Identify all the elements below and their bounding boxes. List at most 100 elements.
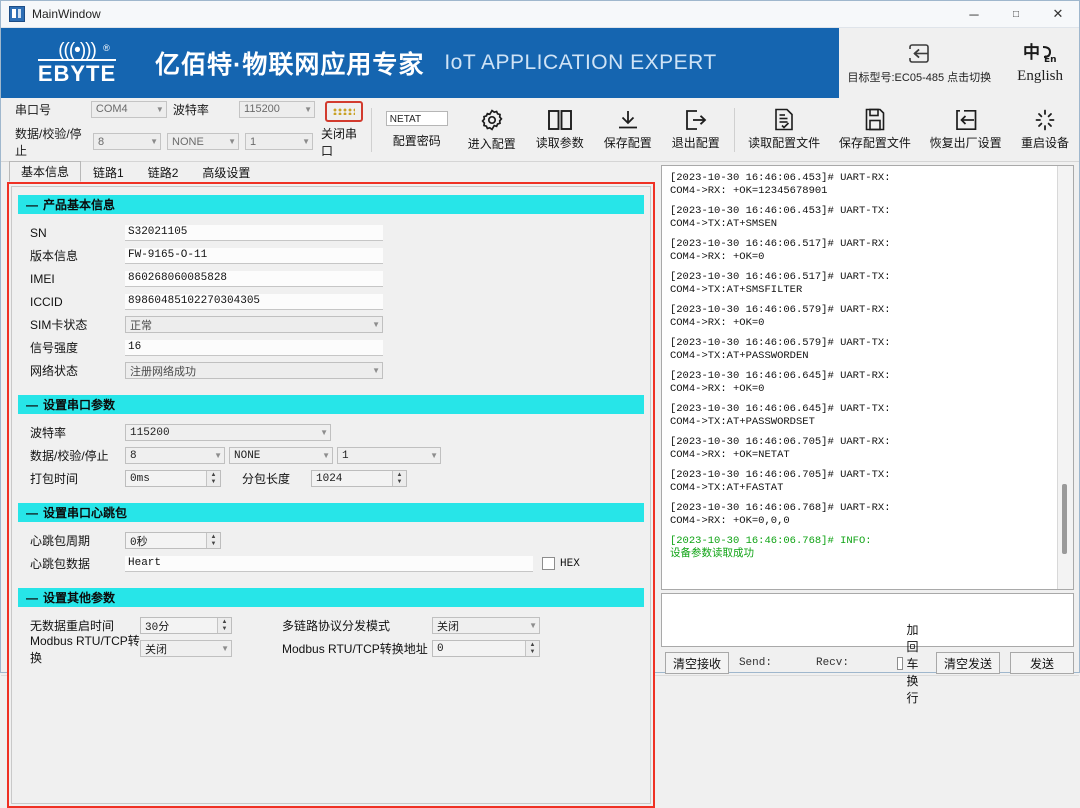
read-config-file-button[interactable]: 读取配置文件 <box>739 108 830 151</box>
toolbar-divider <box>370 107 372 152</box>
sim-status-select[interactable]: 正常 ▼ <box>125 316 383 333</box>
send-button[interactable]: 发送 <box>1010 652 1074 674</box>
restart-device-button[interactable]: 重启设备 <box>1011 109 1079 151</box>
port-select[interactable]: COM4 ▼ <box>90 100 167 118</box>
imei-label: IMEI <box>30 271 55 286</box>
clear-receive-button[interactable]: 清空接收 <box>664 652 729 674</box>
section-product-info: — 产品基本信息 SN S32021105 版本信息 FW-9165-O-11 <box>18 195 644 387</box>
chevron-down-icon: ▼ <box>302 137 310 146</box>
signal-wave-icon: (((•))) ® <box>58 41 110 60</box>
restart-icon <box>1035 109 1055 130</box>
log-scrollbar[interactable] <box>1057 166 1073 589</box>
language-switch[interactable]: 中 En English <box>1017 41 1063 85</box>
stepper-arrows-icon[interactable]: ▲ ▼ <box>392 471 406 486</box>
sim-status-label: SIM卡状态 <box>30 318 88 332</box>
save-config-file-label: 保存配置文件 <box>838 136 911 150</box>
maximize-button[interactable]: □ <box>995 1 1037 27</box>
tab-link2[interactable]: 链路2 <box>136 162 191 182</box>
clear-send-button[interactable]: 清空发送 <box>936 652 1000 674</box>
imei-value[interactable]: 860268060085828 <box>125 270 383 287</box>
toolbar-divider-2 <box>733 107 735 152</box>
stopbits-value: 1 <box>250 135 257 148</box>
modbus-addr-value: 0 <box>437 642 444 655</box>
minimize-button[interactable]: ─ <box>953 1 995 27</box>
field-heartbeat-period: 心跳包周期 0秒 ▲ ▼ <box>30 530 636 551</box>
banner-chinese-title: 亿佰特·物联网应用专家 <box>155 51 425 79</box>
firmware-value[interactable]: FW-9165-O-11 <box>125 247 383 264</box>
heartbeat-data-value[interactable]: Heart <box>125 555 533 572</box>
multilink-select[interactable]: 关闭 ▼ <box>432 617 540 634</box>
download-icon <box>618 110 637 128</box>
heartbeat-period-stepper[interactable]: 0秒 ▲ ▼ <box>125 532 221 549</box>
stepper-arrows-icon[interactable]: ▲ ▼ <box>206 471 220 486</box>
modbus-addr-stepper[interactable]: 0 ▲ ▼ <box>432 640 540 657</box>
banner-english-title: IoT APPLICATION EXPERT <box>444 51 717 74</box>
chevron-down-icon: ▼ <box>372 366 380 375</box>
crlf-checkbox-wrap[interactable]: 加回车换行 <box>896 621 926 706</box>
tab-basic-info[interactable]: 基本信息 <box>9 161 82 182</box>
modbus-label: Modbus RTU/TCP转换 <box>30 633 140 665</box>
crlf-checkbox[interactable] <box>896 656 903 670</box>
read-config-file-label: 读取配置文件 <box>748 136 821 150</box>
chevron-down-icon: ▼ <box>150 137 158 146</box>
section-dash-icon: — <box>26 397 38 412</box>
pack-time-stepper[interactable]: 0ms ▲ ▼ <box>125 470 221 487</box>
section-other-params: — 设置其他参数 无数据重启时间 30分 ▲ ▼ 多链路协议分发模式 关闭 ▼ … <box>18 588 644 665</box>
chevron-down-icon: ▼ <box>320 428 328 437</box>
pack-len-stepper[interactable]: 1024 ▲ ▼ <box>311 470 407 487</box>
signal-value[interactable]: 16 <box>125 339 383 356</box>
tab-advanced[interactable]: 高级设置 <box>190 162 262 182</box>
iccid-label: ICCID <box>30 294 63 309</box>
save-config-button[interactable]: 保存配置 <box>594 109 662 151</box>
field-heartbeat-data: 心跳包数据 Heart HEX <box>30 553 636 574</box>
section-product-title: 产品基本信息 <box>43 198 116 212</box>
title-bar: MainWindow ─ □ ✕ <box>1 1 1079 28</box>
close-port-button[interactable]: 关闭串口 <box>321 100 367 159</box>
stepper-arrows-icon[interactable]: ▲ ▼ <box>525 641 539 656</box>
serial-baud-select[interactable]: 115200 ▼ <box>125 424 331 441</box>
send-input[interactable] <box>660 593 1074 647</box>
heartbeat-hex-checkbox[interactable] <box>542 557 555 570</box>
nodata-restart-stepper[interactable]: 30分 ▲ ▼ <box>140 617 232 634</box>
serial-stopbits-select[interactable]: 1 ▼ <box>337 447 441 464</box>
svg-text:En: En <box>1044 55 1057 65</box>
switch-model-icon <box>909 43 930 63</box>
section-heartbeat: — 设置串口心跳包 心跳包周期 0秒 ▲ ▼ 心跳包数据 Heart HEX <box>18 503 644 580</box>
exit-config-button[interactable]: 退出配置 <box>662 109 730 151</box>
brand-banner-blue: (((•))) ® EBYTE 亿佰特·物联网应用专家 IoT APPLICAT… <box>1 28 839 98</box>
enter-config-button[interactable]: 进入配置 <box>458 108 526 152</box>
log-entry: [2023-10-30 16:46:06.705]# UART-RX: COM4… <box>669 436 891 461</box>
serial-databits-select[interactable]: 8 ▼ <box>125 447 225 464</box>
log-scrollbar-thumb[interactable] <box>1062 484 1067 554</box>
sn-label: SN <box>30 225 47 240</box>
serial-parity-select[interactable]: NONE ▼ <box>229 447 333 464</box>
pack-time-label: 打包时间 <box>30 472 79 486</box>
stepper-arrows-icon[interactable]: ▲ ▼ <box>217 618 231 633</box>
network-status-select[interactable]: 注册网络成功 ▼ <box>125 362 383 379</box>
nodata-restart-value: 30分 <box>145 621 170 634</box>
restore-factory-button[interactable]: 恢复出厂设置 <box>920 109 1011 151</box>
sim-status-value: 正常 <box>130 320 152 333</box>
sn-value[interactable]: S32021105 <box>125 224 383 241</box>
save-config-file-button[interactable]: 保存配置文件 <box>830 108 921 151</box>
read-params-button[interactable]: 读取参数 <box>526 109 594 151</box>
main-window: MainWindow ─ □ ✕ (((•))) ® EBYTE 亿佰特·物联网… <box>0 0 1080 808</box>
baud-select[interactable]: 115200 ▼ <box>239 100 315 118</box>
gear-icon <box>481 108 503 131</box>
log-entry: [2023-10-30 16:46:06.768]# INFO: 设备参数读取成… <box>669 535 872 560</box>
parity-select[interactable]: NONE ▼ <box>167 133 239 150</box>
crlf-label: 加回车换行 <box>906 622 919 705</box>
target-model-switch[interactable]: 目标型号:EC05-485 点击切换 <box>848 42 991 85</box>
iccid-value[interactable]: 89860485102270304305 <box>125 293 383 310</box>
stepper-arrows-icon[interactable]: ▲ ▼ <box>206 533 220 548</box>
multilink-value: 关闭 <box>437 621 459 634</box>
stopbits-select[interactable]: 1 ▼ <box>245 133 313 150</box>
databits-select[interactable]: 8 ▼ <box>93 133 161 150</box>
modbus-select[interactable]: 关闭 ▼ <box>140 640 232 657</box>
tab-link1[interactable]: 链路1 <box>81 162 136 182</box>
config-password-input[interactable]: NETAT <box>385 110 448 126</box>
close-button[interactable]: ✕ <box>1037 1 1079 27</box>
section-serial-title: 设置串口参数 <box>43 398 116 412</box>
restore-factory-label: 恢复出厂设置 <box>929 135 1002 150</box>
pack-len-label: 分包长度 <box>241 472 290 486</box>
